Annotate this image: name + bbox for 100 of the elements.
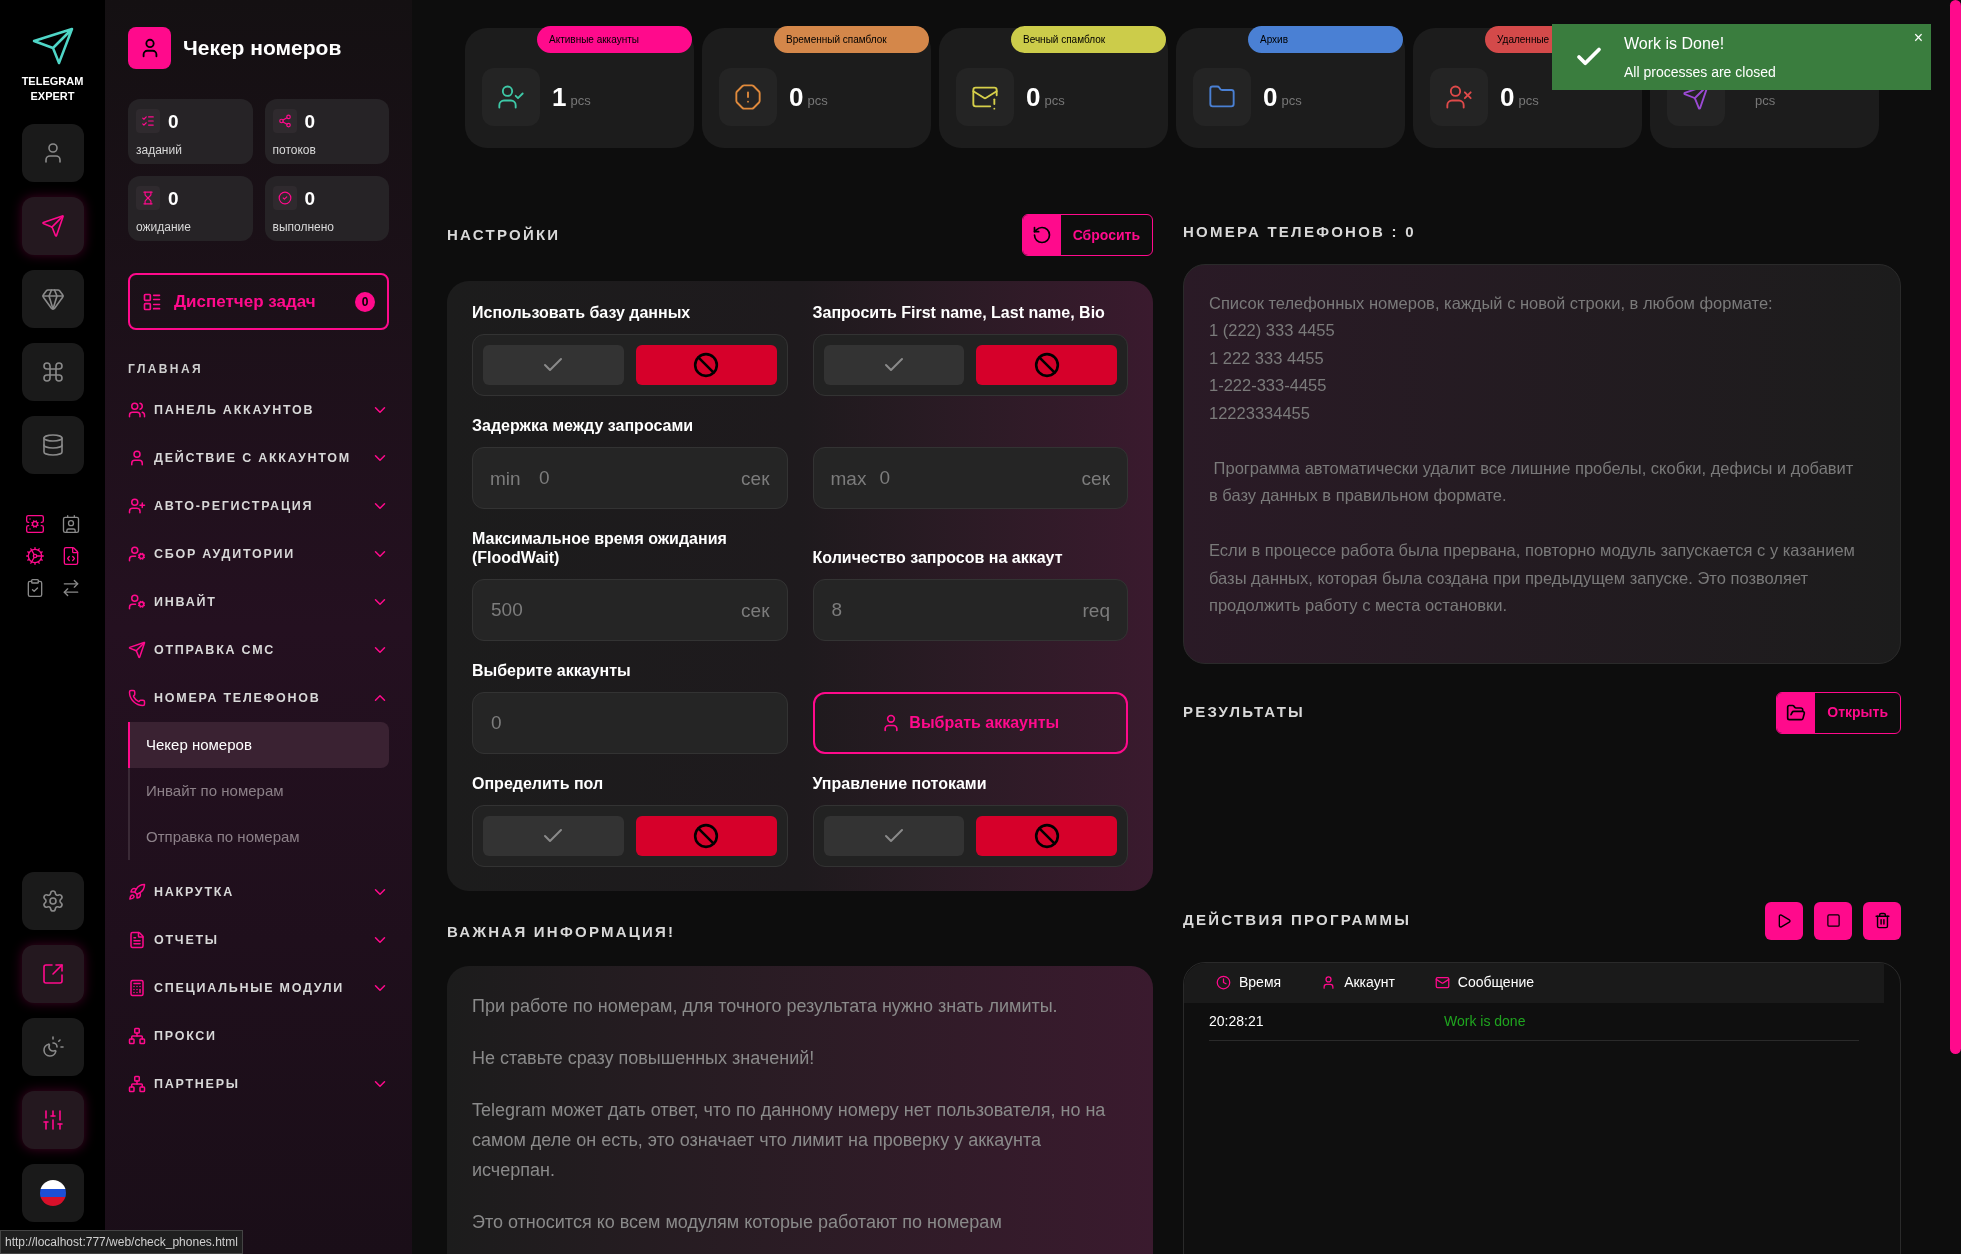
input-field[interactable]: 0 [472,692,788,754]
gear-icon[interactable] [24,546,45,566]
user-icon [128,449,146,467]
trash-icon [1873,912,1891,929]
nav-item[interactable]: ПАНЕЛЬ АККАУНТОВ [128,386,389,434]
ban-icon [1033,352,1060,378]
brand-name: TELEGRAM EXPERT [21,74,84,104]
field-label: Максимальное время ожидания (FloodWait) [472,529,728,567]
paper-plane-logo-icon [30,26,75,66]
settings-icon [40,889,65,913]
user-icon [1321,975,1337,990]
toast-message: All processes are closed [1624,62,1776,82]
nav-item[interactable]: СПЕЦИАЛЬНЫЕ МОДУЛИ [128,964,389,1012]
column-header: Время [1239,973,1282,992]
warning-octagon-icon [734,83,762,111]
counter-value: 0 [304,111,316,131]
paper-plane-icon [128,641,146,659]
nav-item[interactable]: ПРОКСИ [128,1012,389,1060]
counter-label: потоков [272,142,317,159]
list-icon [141,114,155,128]
unit-label: сек [741,467,770,491]
stop-button[interactable] [1814,901,1852,940]
count-badge: 0 [355,291,375,312]
stat-value: 0 [1263,80,1278,114]
nav-subitem[interactable]: Инвайт по номерам [130,768,389,814]
unit-label: pcs [1044,92,1065,111]
rail-button[interactable] [21,1164,84,1222]
field-label: Управление потоками [812,774,988,793]
dashboard-icon [142,291,162,312]
nav-item[interactable]: ПАРТНЕРЫ [128,1060,389,1108]
command-icon [40,360,65,384]
category-tag: Архив [1248,26,1403,53]
unit-label: сек [1081,467,1110,491]
disable-button[interactable] [976,345,1117,385]
field-label: Задержка между запросами [472,416,695,435]
reset-button[interactable]: Сбросить [1021,214,1153,256]
stat-value: 1 [552,80,567,114]
section-heading: РЕЗУЛЬТАТЫ [1183,702,1306,723]
counter-label: заданий [136,142,183,159]
phone-icon [128,689,146,707]
paper-plane-icon [40,214,65,238]
unit-label: сек [741,599,770,623]
users-icon [128,401,146,419]
nav-item[interactable]: НАКРУТКА [128,868,389,916]
play-button[interactable] [1765,901,1803,940]
close-button[interactable]: × [1913,26,1923,50]
user-remove-icon [1445,83,1473,111]
disable-button[interactable] [635,816,777,856]
play-icon [1776,912,1792,929]
section-heading: ГЛАВНАЯ [128,361,204,378]
section-heading: НОМЕРА ТЕЛЕФОНОВ : 0 [1183,222,1417,242]
nav-subitem[interactable]: Отправка по номерам [130,814,389,860]
russian-flag-icon [39,1180,66,1206]
nav-item[interactable]: ОТЧЕТЫ [128,916,389,964]
database-icon [40,433,65,457]
user-check-icon [497,83,525,111]
nav-item[interactable]: ИНВАЙТ [128,578,389,626]
network-icon [128,1027,146,1045]
table-cell-text: Work is done [1444,1011,1526,1031]
disable-button[interactable] [635,345,777,385]
unit-label: pcs [1281,92,1302,111]
section-heading: ВАЖНАЯ ИНФОРМАЦИЯ! [447,922,677,942]
hourglass-icon [141,191,155,205]
task-manager-button[interactable]: Диспетчер задач 0 [128,273,389,330]
sun-moon-icon [40,1035,65,1059]
counter-value: 0 [304,188,316,208]
field-label: Выберите аккаунты [472,661,632,680]
nav-subitem[interactable]: Чекер номеров [128,722,389,768]
rocket-icon [128,883,146,901]
sliders-icon [40,1108,65,1132]
nav-item[interactable]: НОМЕРА ТЕЛЕФОНОВ [128,674,389,722]
open-button[interactable]: Открыть [1776,691,1901,734]
unit-label: pcs [570,92,591,111]
info-paragraph: Это относится ко всем модулям которые работают по номерам [472,1210,1003,1234]
page-title: Чекер номеров [183,35,342,62]
unit-label: req [1082,599,1110,623]
nav-item[interactable]: СБОР АУДИТОРИИ [128,530,389,578]
unit-label: pcs [1518,92,1539,111]
field-label: Использовать базу данных [472,303,692,322]
section-heading: ДЕЙСТВИЯ ПРОГРАММЫ [1183,910,1412,931]
counter-label: ожидание [136,219,192,236]
nav-item[interactable]: ОТПРАВКА СМС [128,626,389,674]
calculator-icon [128,979,146,997]
phone-list-field[interactable]: Список телефонных номеров, каждый с новой строки, в любом формате: 1 (222) 333 4455 1 222 333 4455 1-222-333-4455 12223334455 Программа автоматически удалит все лишние пробелы, скобки, дефисы и добавит в базу данных в правильном формате. Если в процессе работа была прервана, повторно модуль запускается с у казанием базы данных, которая была создана при предыдущем запуске. Это позволяет продолжить работу с места остановки. [1183,263,1901,664]
ban-icon [693,823,720,849]
delete-button[interactable] [1863,901,1901,940]
nav-item[interactable]: АВТО-РЕГИСТРАЦИЯ [128,482,389,530]
mail-icon [1434,975,1450,990]
disable-button[interactable] [976,816,1117,856]
folder-icon [1786,702,1807,723]
reset-icon [1031,225,1052,245]
diamond-icon [40,287,65,311]
status-url-tooltip: http://localhost:777/web/check_phones.html [0,1230,243,1254]
check-circle-icon [277,191,292,205]
select-accounts-button[interactable]: Выбрать аккаунты [812,692,1128,754]
counter-label: выполнено [272,219,335,236]
share-icon [277,114,292,128]
info-paragraph: При работе по номерам, для точного результата нужно знать лимиты. [472,994,1059,1018]
field-label: Определить пол [472,774,605,793]
nav-item[interactable]: ДЕЙСТВИЕ С АККАУНТОМ [128,434,389,482]
